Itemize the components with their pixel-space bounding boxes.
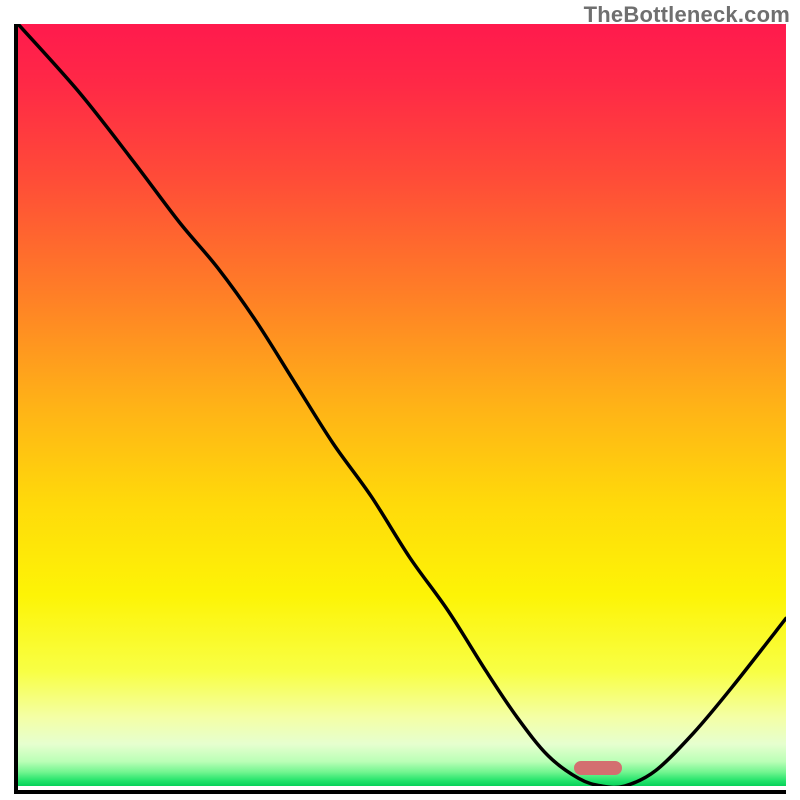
chart-canvas: TheBottleneck.com: [0, 0, 800, 800]
plot-area: [14, 24, 786, 794]
optimal-zone-marker: [574, 761, 622, 775]
bottleneck-curve: [18, 24, 786, 786]
